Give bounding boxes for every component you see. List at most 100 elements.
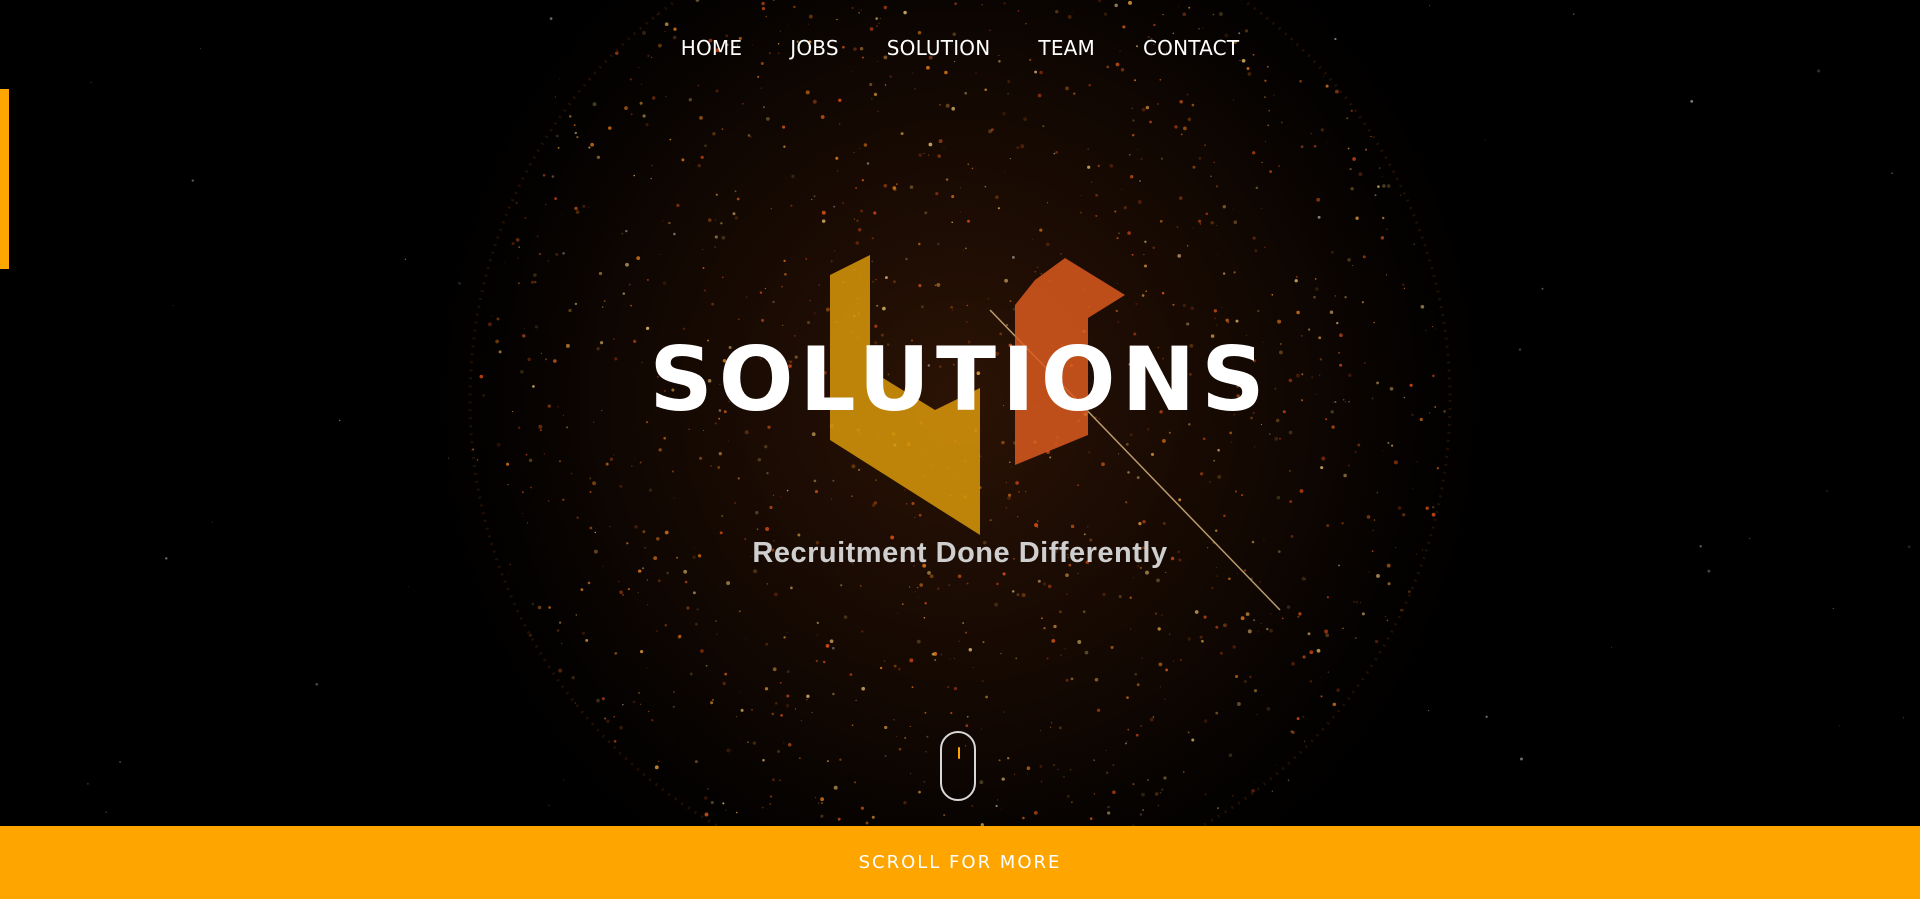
- globe-dot: [1090, 181, 1093, 184]
- globe-dot: [1346, 117, 1349, 120]
- globe-dot: [603, 300, 606, 303]
- globe-dot: [1230, 441, 1232, 443]
- globe-dot: [662, 281, 667, 285]
- globe-dot: [781, 324, 784, 327]
- globe-dot: [808, 14, 813, 19]
- nav-item-home[interactable]: HOME: [657, 34, 766, 62]
- globe-dot: [1118, 595, 1122, 599]
- globe-dot: [884, 84, 887, 86]
- globe-dot: [876, 25, 878, 27]
- globe-dot: [1232, 795, 1234, 797]
- globe-dot: [965, 724, 969, 728]
- globe-dot: [1011, 590, 1015, 593]
- globe-dot: [637, 592, 639, 594]
- globe-dot: [1180, 133, 1183, 136]
- globe-dot: [621, 232, 624, 235]
- globe-dot: [945, 178, 949, 181]
- globe-dot: [1223, 514, 1226, 518]
- globe-dot: [1040, 780, 1043, 783]
- globe-dot: [1256, 713, 1258, 716]
- globe-dot: [528, 633, 532, 637]
- globe-dot: [714, 246, 716, 248]
- globe-dot: [960, 187, 962, 189]
- star-dot: [1541, 287, 1544, 290]
- globe-dot: [1412, 487, 1414, 489]
- nav-item-team[interactable]: TEAM: [1014, 34, 1119, 62]
- globe-dot: [1386, 619, 1389, 622]
- globe-dot: [1353, 600, 1355, 603]
- star-dot: [1838, 725, 1840, 727]
- globe-dot: [1431, 326, 1434, 328]
- globe-dot: [1107, 811, 1111, 815]
- globe-dot: [1033, 811, 1038, 815]
- star-dot: [211, 521, 213, 523]
- globe-dot: [931, 652, 935, 656]
- globe-dot: [1219, 651, 1223, 655]
- globe-dot: [1023, 117, 1027, 122]
- globe-dot: [1400, 608, 1403, 612]
- globe-dot: [1257, 309, 1260, 313]
- globe-dot: [909, 725, 911, 727]
- nav-item-jobs[interactable]: JOBS: [766, 34, 863, 62]
- globe-dot: [1135, 733, 1139, 737]
- globe-dot: [708, 218, 712, 222]
- globe-dot: [1065, 573, 1069, 577]
- globe-dot: [613, 739, 617, 743]
- globe-dot: [747, 741, 749, 743]
- nav-item-contact[interactable]: CONTACT: [1119, 34, 1263, 62]
- globe-dot: [711, 698, 714, 701]
- globe-dot: [1401, 283, 1405, 287]
- globe-dot: [1153, 23, 1156, 27]
- globe-dot: [1259, 581, 1262, 583]
- star-dot: [833, 205, 836, 208]
- globe-dot: [1296, 717, 1300, 721]
- mouse-scroll-icon[interactable]: [940, 731, 976, 801]
- globe-dot: [835, 816, 837, 819]
- globe-dot: [981, 4, 983, 6]
- globe-dot: [779, 779, 781, 781]
- globe-dot: [1072, 11, 1074, 14]
- globe-dot: [962, 622, 965, 624]
- globe-dot: [1222, 623, 1227, 628]
- globe-dot: [710, 701, 714, 705]
- globe-dot: [530, 486, 532, 489]
- globe-dot: [1201, 639, 1204, 643]
- globe-dot: [1212, 13, 1215, 16]
- globe-dot: [943, 147, 945, 149]
- globe-dot: [1159, 78, 1162, 81]
- globe-dot: [807, 321, 811, 325]
- globe-dot: [1053, 624, 1057, 629]
- globe-dot: [1172, 660, 1174, 662]
- globe-dot: [1149, 717, 1154, 722]
- globe-dot: [518, 282, 520, 285]
- globe-dot: [851, 724, 854, 727]
- star-dot: [172, 304, 174, 307]
- globe-dot: [717, 465, 721, 469]
- globe-dot: [1431, 505, 1435, 509]
- globe-dot: [573, 124, 576, 126]
- globe-dot: [1182, 303, 1187, 308]
- globe-dot: [642, 114, 646, 118]
- globe-dot: [545, 204, 547, 206]
- globe-dot: [1026, 766, 1031, 771]
- globe-dot: [1102, 592, 1106, 597]
- globe-dot: [871, 237, 874, 240]
- globe-dot: [531, 602, 535, 606]
- globe-dot: [1382, 450, 1384, 452]
- nav-item-solution[interactable]: SOLUTION: [863, 34, 1015, 62]
- scroll-for-more-button[interactable]: SCROLL FOR MORE: [0, 826, 1920, 899]
- globe-dot: [811, 711, 813, 714]
- globe-dot: [1377, 185, 1380, 188]
- globe-dot: [889, 75, 893, 78]
- globe-dot: [1160, 157, 1164, 160]
- globe-dot: [697, 84, 700, 87]
- star-dot: [562, 252, 565, 255]
- globe-dot: [951, 106, 956, 111]
- globe-dot: [853, 218, 855, 220]
- globe-dot: [1264, 79, 1267, 82]
- globe-dot: [790, 204, 793, 207]
- globe-dot: [1037, 93, 1042, 98]
- globe-dot: [1194, 610, 1199, 614]
- globe-dot: [783, 259, 786, 263]
- globe-dot: [1234, 490, 1237, 493]
